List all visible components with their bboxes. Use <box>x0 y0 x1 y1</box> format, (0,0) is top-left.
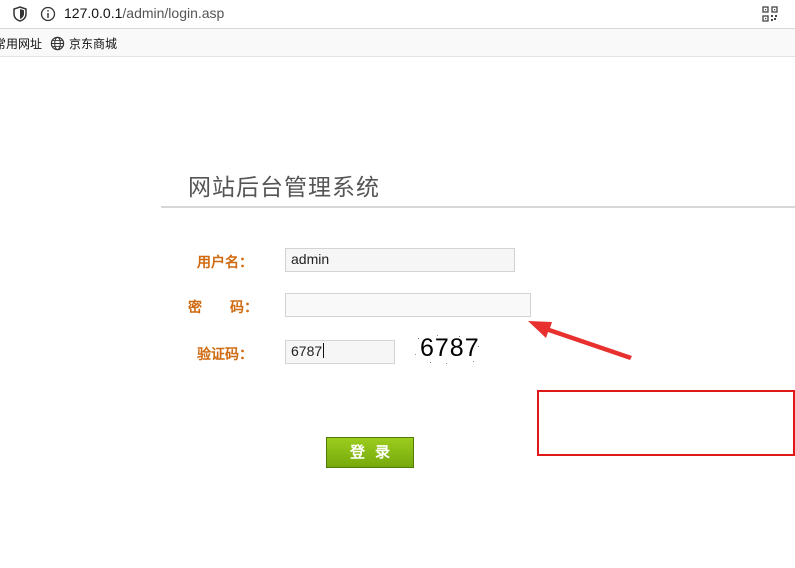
tracking-shield-icon[interactable] <box>12 6 28 22</box>
login-button[interactable]: 登录 <box>326 437 414 468</box>
username-input[interactable]: admin <box>285 248 515 272</box>
annotation-arrow <box>528 321 632 360</box>
annotation-box <box>537 390 795 456</box>
username-label: 用户名： <box>197 255 253 271</box>
password-input[interactable] <box>285 293 531 317</box>
captcha-image[interactable]: 6787 <box>412 332 482 366</box>
username-value: admin <box>291 251 330 267</box>
captcha-value: 6787 <box>291 343 323 359</box>
url-path: /admin/login.asp <box>122 5 225 21</box>
password-label: 密 码： <box>188 300 258 316</box>
url-host: 127.0.0.1 <box>64 5 123 21</box>
bookmark-common-sites[interactable]: 常用网址 <box>0 35 42 52</box>
text-caret <box>323 343 325 358</box>
captcha-image-text: 6787 <box>420 334 480 362</box>
site-info-icon[interactable] <box>40 6 56 22</box>
bookmark-jd-mall[interactable]: 京东商城 <box>50 35 117 52</box>
globe-icon <box>50 36 65 51</box>
bookmark-label: 京东商城 <box>69 37 118 51</box>
page-title: 网站后台管理系统 <box>188 175 380 201</box>
bookmarks-bar: 常用网址 京东商城 <box>0 29 795 57</box>
browser-url-bar[interactable]: 127.0.0.1/admin/login.asp <box>0 0 795 29</box>
url-text[interactable]: 127.0.0.1/admin/login.asp <box>64 5 224 21</box>
captcha-label: 验证码： <box>197 347 253 363</box>
qr-code-icon[interactable] <box>762 6 778 22</box>
title-divider <box>161 206 795 208</box>
captcha-input[interactable]: 6787 <box>285 340 395 364</box>
bookmark-label: 常用网址 <box>0 37 43 51</box>
